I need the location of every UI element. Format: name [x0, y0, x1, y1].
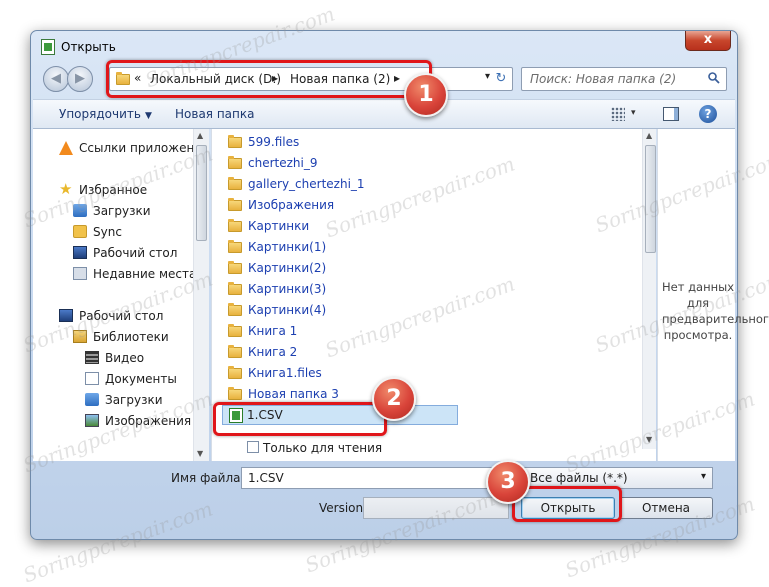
scroll-up-icon[interactable]: ▲	[197, 131, 203, 140]
close-button[interactable]: x	[685, 31, 731, 51]
nav-item-label: Загрузки	[105, 393, 163, 407]
file-name: Книга 2	[248, 345, 298, 359]
search-icon[interactable]	[708, 72, 720, 84]
file-name: Книга1.files	[248, 366, 322, 380]
scroll-down-icon[interactable]: ▼	[646, 435, 652, 444]
nav-item-label: Рабочий стол	[79, 309, 164, 323]
help-icon[interactable]: ?	[699, 105, 717, 123]
file-name: gallery_chertezhi_1	[248, 177, 365, 191]
app-icon	[41, 39, 55, 55]
folder-icon	[228, 345, 242, 358]
file-name: Картинки	[248, 219, 310, 233]
preview-pane: Нет данных для предварительного просмотр…	[657, 129, 769, 461]
images-icon	[85, 414, 99, 427]
view-caret-icon[interactable]: ▾	[631, 108, 636, 118]
folder-icon	[228, 366, 242, 379]
folder-icon	[228, 303, 242, 316]
folder-icon	[228, 282, 242, 295]
nav-item-label: Ссылки приложени	[79, 141, 203, 155]
step-badge-1: 1	[404, 73, 448, 117]
file-name: Картинки(4)	[248, 303, 327, 317]
organize-label: Упорядочить	[59, 107, 141, 121]
caret-down-icon: ▼	[144, 111, 152, 121]
navigation-scrollbar[interactable]: ▲ ▼	[193, 129, 209, 461]
search-placeholder: Поиск: Новая папка (2)	[530, 72, 677, 86]
folder-icon	[228, 387, 242, 400]
nav-item-label: Рабочий стол	[93, 246, 178, 260]
filename-input[interactable]: 1.CSV	[241, 467, 523, 489]
title-bar: Открыть x	[31, 31, 737, 59]
folder-icon	[228, 198, 242, 211]
version-label: Version	[319, 501, 364, 515]
view-options-icon[interactable]	[611, 107, 625, 121]
filename-label: Имя файла:	[171, 471, 245, 485]
downloads-icon	[85, 393, 99, 406]
downloads-icon	[73, 204, 87, 217]
folder-icon	[228, 219, 242, 232]
highlight-selected-file	[213, 402, 387, 436]
star-icon: ★	[59, 180, 73, 198]
forward-button[interactable]: ▶	[67, 66, 93, 92]
version-select[interactable]	[363, 497, 509, 519]
file-name: 599.files	[248, 135, 300, 149]
cancel-button[interactable]: Отмена	[619, 497, 713, 519]
folder-icon	[228, 177, 242, 190]
back-button[interactable]: ◀	[43, 66, 69, 92]
nav-item-label: Видео	[105, 351, 145, 365]
new-folder-button[interactable]: Новая папка	[175, 107, 254, 121]
file-name: Картинки(3)	[248, 282, 327, 296]
video-icon	[85, 351, 99, 364]
highlight-address-bar	[106, 60, 432, 98]
nav-item-label: Загрузки	[93, 204, 151, 218]
open-file-dialog: Открыть x ◀ ▶ « Локальный диск (D:) ▸ Но…	[30, 30, 769, 540]
navigation-pane: Ссылки приложени ★ Избранное Загрузки Sy…	[33, 129, 209, 461]
file-name: Книга 1	[248, 324, 298, 338]
folder-icon	[228, 240, 242, 253]
scroll-thumb[interactable]	[645, 145, 656, 253]
vlc-cone-icon	[59, 141, 73, 155]
nav-item-label: Изображения	[105, 414, 192, 428]
folder-icon	[228, 261, 242, 274]
nav-item-label: Библиотеки	[93, 330, 169, 344]
nav-item-label: Недавние места	[93, 267, 197, 281]
nav-item-label: Sync	[93, 225, 122, 239]
scroll-thumb[interactable]	[196, 145, 207, 241]
search-input[interactable]: Поиск: Новая папка (2)	[521, 67, 727, 91]
sync-folder-icon	[73, 225, 87, 238]
file-type-value: Все файлы (*.*)	[530, 471, 628, 485]
scroll-down-icon[interactable]: ▼	[197, 449, 203, 458]
file-name: chertezhi_9	[248, 156, 318, 170]
preview-empty-text: Нет данных для предварительного просмотр…	[662, 280, 769, 342]
file-name: Картинки(1)	[248, 240, 327, 254]
desktop-icon	[73, 246, 87, 259]
command-toolbar: Упорядочить ▼ Новая папка ▾ ?	[33, 99, 735, 129]
documents-icon	[85, 372, 99, 385]
library-icon	[73, 330, 87, 343]
step-badge-2: 2	[372, 377, 416, 421]
folder-icon	[228, 324, 242, 337]
preview-pane-toggle-icon[interactable]	[663, 107, 679, 121]
step-badge-3: 3	[486, 460, 530, 504]
folder-icon	[228, 135, 242, 148]
recent-places-icon	[73, 267, 87, 280]
scroll-up-icon[interactable]: ▲	[646, 131, 652, 140]
highlight-open-button	[512, 486, 622, 522]
desktop-icon	[59, 309, 73, 322]
dialog-title: Открыть	[61, 40, 116, 54]
nav-item-label: Избранное	[79, 183, 148, 197]
address-dropdown-icon[interactable]: ▾	[485, 71, 490, 82]
file-name: Изображения	[248, 198, 335, 212]
folder-icon	[228, 156, 242, 169]
chevron-down-icon: ▾	[700, 471, 706, 482]
file-name: Картинки(2)	[248, 261, 327, 275]
dialog-footer: Имя файла: 1.CSV Все файлы (*.*) ▾ Versi…	[31, 463, 739, 539]
readonly-label: Только для чтения	[263, 441, 383, 455]
file-name: Новая папка 3	[248, 387, 339, 401]
readonly-checkbox[interactable]	[247, 441, 259, 453]
file-list-scrollbar[interactable]: ▲ ▼	[642, 129, 656, 449]
nav-item-label: Документы	[105, 372, 177, 386]
organize-menu[interactable]: Упорядочить ▼	[59, 107, 152, 121]
refresh-icon[interactable]: ↻	[492, 70, 510, 88]
